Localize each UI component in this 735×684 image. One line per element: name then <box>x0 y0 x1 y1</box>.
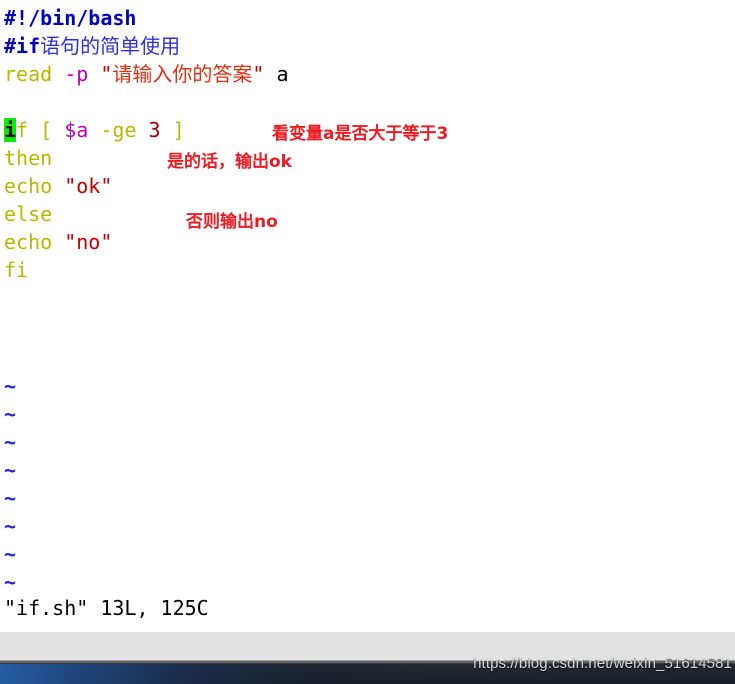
code-line: ~ <box>4 540 16 568</box>
code-token: 语句的简单使用 <box>40 34 181 58</box>
code-token: 请输入你的答案 <box>112 62 253 86</box>
code-token: " <box>252 62 265 86</box>
code-token: read <box>4 62 65 86</box>
code-token: ~ <box>4 542 17 566</box>
annotation-else-branch: 否则输出no <box>186 212 278 232</box>
vim-editor-window[interactable]: #!/bin/bash #if语句的简单使用 read -p "请输入你的答案" a… <box>0 0 735 632</box>
code-line: else <box>4 200 52 228</box>
code-line: echo "ok" <box>4 172 112 200</box>
code-line: then <box>4 144 52 172</box>
code-line: #!/bin/bash <box>4 4 136 32</box>
code-token: ~ <box>4 570 17 594</box>
code-token: 3 <box>148 118 161 142</box>
code-token: else <box>4 202 53 226</box>
code-token: ~ <box>4 486 17 510</box>
code-token: "ok" <box>64 174 113 198</box>
code-token: -p <box>64 62 89 86</box>
code-token: f <box>16 118 41 142</box>
code-line: ~ <box>4 372 16 400</box>
code-token: $a <box>64 118 89 142</box>
code-line: ~ <box>4 512 16 540</box>
code-token: echo <box>4 230 65 254</box>
code-line: fi <box>4 256 28 284</box>
code-line: #if语句的简单使用 <box>4 32 180 60</box>
annotation-then-branch: 是的话，输出ok <box>167 152 292 172</box>
code-token: ~ <box>4 402 17 426</box>
code-token: #!/bin/bash <box>4 6 137 30</box>
code-line: ~ <box>4 400 16 428</box>
code-line: read -p "请输入你的答案" a <box>4 60 289 88</box>
code-token: ] <box>160 118 185 142</box>
code-token: #if <box>4 34 41 58</box>
code-token: then <box>4 146 53 170</box>
code-token: ~ <box>4 514 17 538</box>
desktop-glow <box>0 664 430 684</box>
code-line: echo "no" <box>4 228 112 256</box>
annotation-condition: 看变量a是否大于等于3 <box>272 124 449 144</box>
code-token: "no" <box>64 230 113 254</box>
code-token: ~ <box>4 458 17 482</box>
code-line: ~ <box>4 456 16 484</box>
code-line: ~ <box>4 428 16 456</box>
watermark-url: https://blog.csdn.net/weixin_51614581 <box>473 655 732 672</box>
code-token: a <box>264 62 289 86</box>
vim-status-line: "if.sh" 13L, 125C <box>4 596 209 620</box>
code-token: echo <box>4 174 65 198</box>
code-token: ~ <box>4 374 17 398</box>
text-cursor: i <box>4 118 17 142</box>
code-token: -ge <box>88 118 149 142</box>
code-line: ~ <box>4 568 16 596</box>
code-token: " <box>100 62 113 86</box>
code-line: if [ $a -ge 3 ] <box>4 116 185 144</box>
code-line: ~ <box>4 484 16 512</box>
code-token: ~ <box>4 430 17 454</box>
code-token: [ <box>40 118 65 142</box>
code-token: fi <box>4 258 29 282</box>
